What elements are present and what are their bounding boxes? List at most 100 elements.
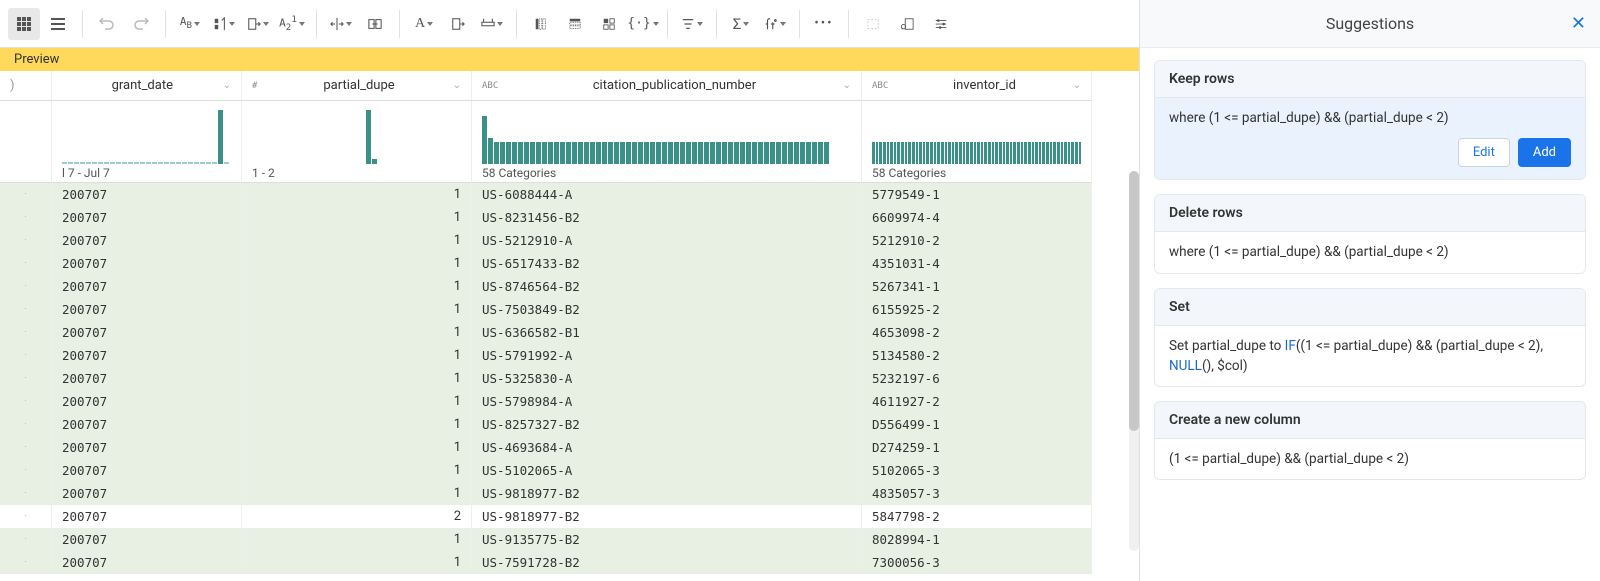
cell-citation[interactable]: US-5212910-A — [472, 229, 862, 252]
cell-partial-dupe[interactable]: 1 — [242, 298, 472, 321]
column-histogram[interactable]: l 7 - Jul 7 — [52, 101, 242, 183]
cell-grant-date[interactable]: 200707 — [52, 528, 242, 551]
cell-grant-date[interactable]: 200707 — [52, 298, 242, 321]
cell-citation[interactable]: US-5798984-A — [472, 390, 862, 413]
pivot-col-icon[interactable] — [525, 8, 557, 40]
add-button[interactable]: Add — [1518, 138, 1571, 167]
sliders-icon[interactable] — [925, 8, 957, 40]
cell-citation[interactable]: US-4693684-A — [472, 436, 862, 459]
cell-citation[interactable]: US-7503849-B2 — [472, 298, 862, 321]
cell-partial-dupe[interactable]: 2 — [242, 505, 472, 528]
cell-partial-dupe[interactable]: 1 — [242, 390, 472, 413]
more-icon[interactable]: ••• — [808, 8, 840, 40]
pivot-row-icon[interactable] — [559, 8, 591, 40]
cell-citation[interactable]: US-9135775-B2 — [472, 528, 862, 551]
cell-partial-dupe[interactable]: 1 — [242, 413, 472, 436]
cell-citation[interactable]: US-5325830-A — [472, 367, 862, 390]
cell-inventor[interactable]: 5779549-1 — [862, 183, 1092, 206]
cell-grant-date[interactable]: 200707 — [52, 413, 242, 436]
cell-partial-dupe[interactable]: 1 — [242, 551, 472, 574]
cell-inventor[interactable]: 5847798-2 — [862, 505, 1092, 528]
cell-grant-date[interactable]: 200707 — [52, 229, 242, 252]
braces-icon[interactable]: {·} — [627, 8, 659, 40]
filter-icon[interactable] — [676, 8, 708, 40]
distribute-icon[interactable] — [476, 8, 508, 40]
cell-citation[interactable]: US-5791992-A — [472, 344, 862, 367]
column-header[interactable]: #partial_dupe⌄ — [242, 71, 472, 101]
cell-inventor[interactable]: 5232197-6 — [862, 367, 1092, 390]
cell-partial-dupe[interactable]: 1 — [242, 367, 472, 390]
cell-inventor[interactable]: 4611927-2 — [862, 390, 1092, 413]
cell-inventor[interactable]: 6155925-2 — [862, 298, 1092, 321]
align-icon[interactable] — [442, 8, 474, 40]
redo-icon[interactable] — [125, 8, 157, 40]
text-format-icon[interactable]: A — [408, 8, 440, 40]
cell-citation[interactable]: US-8746564-B2 — [472, 275, 862, 298]
cell-grant-date[interactable]: 200707 — [52, 459, 242, 482]
cell-grant-date[interactable]: 200707 — [52, 390, 242, 413]
cell-partial-dupe[interactable]: 1 — [242, 482, 472, 505]
merge-icon[interactable] — [359, 8, 391, 40]
cell-citation[interactable]: US-9818977-B2 — [472, 482, 862, 505]
close-icon[interactable]: ✕ — [1571, 13, 1586, 34]
cell-grant-date[interactable]: 200707 — [52, 206, 242, 229]
suggestion-card-create-column[interactable]: Create a new column (1 <= partial_dupe) … — [1154, 401, 1586, 480]
grid-view-icon[interactable] — [8, 8, 40, 40]
cell-grant-date[interactable]: 200707 — [52, 252, 242, 275]
cell-partial-dupe[interactable]: 1 — [242, 183, 472, 206]
column-histogram[interactable]: 1 - 2 — [242, 101, 472, 183]
column-header[interactable]: ABCinventor_id⌄ — [862, 71, 1092, 101]
column-histogram[interactable]: 58 Categories — [862, 101, 1092, 183]
cell-partial-dupe[interactable]: 1 — [242, 344, 472, 367]
cell-inventor[interactable]: 4653098-2 — [862, 321, 1092, 344]
cell-inventor[interactable]: 4835057-3 — [862, 482, 1092, 505]
cell-citation[interactable]: US-9818977-B2 — [472, 505, 862, 528]
cell-grant-date[interactable]: 200707 — [52, 344, 242, 367]
cell-citation[interactable]: US-8257327-B2 — [472, 413, 862, 436]
cell-grant-date[interactable]: 200707 — [52, 275, 242, 298]
column-histogram[interactable]: 58 Categories — [472, 101, 862, 183]
suggestion-card-delete-rows[interactable]: Delete rows where (1 <= partial_dupe) &&… — [1154, 194, 1586, 273]
edit-button[interactable]: Edit — [1458, 138, 1510, 167]
cell-partial-dupe[interactable]: 1 — [242, 528, 472, 551]
cell-grant-date[interactable]: 200707 — [52, 183, 242, 206]
cell-citation[interactable]: US-7591728-B2 — [472, 551, 862, 574]
cell-partial-dupe[interactable]: 1 — [242, 459, 472, 482]
suggestion-card-set[interactable]: Set Set partial_dupe to IF((1 <= partial… — [1154, 288, 1586, 388]
cell-inventor[interactable]: 4351031-4 — [862, 252, 1092, 275]
cell-partial-dupe[interactable]: 1 — [242, 229, 472, 252]
cell-grant-date[interactable]: 200707 — [52, 505, 242, 528]
undo-icon[interactable] — [91, 8, 123, 40]
split-icon[interactable] — [325, 8, 357, 40]
rect-select-icon[interactable] — [857, 8, 889, 40]
sort-icon[interactable] — [208, 8, 240, 40]
suggestion-card-keep-rows[interactable]: Keep rows where (1 <= partial_dupe) && (… — [1154, 60, 1586, 180]
column-type-icon[interactable]: AB — [174, 8, 206, 40]
cell-inventor[interactable]: 8028994-1 — [862, 528, 1092, 551]
sum-icon[interactable]: Σ — [725, 8, 757, 40]
list-view-icon[interactable] — [42, 8, 74, 40]
cell-citation[interactable]: US-6517433-B2 — [472, 252, 862, 275]
cell-inventor[interactable]: 5267341-1 — [862, 275, 1092, 298]
cell-inventor[interactable]: 5134580-2 — [862, 344, 1092, 367]
pivot-both-icon[interactable] — [593, 8, 625, 40]
cell-inventor[interactable]: D274259-1 — [862, 436, 1092, 459]
column-header[interactable]: ABCcitation_publication_number⌄ — [472, 71, 862, 101]
column-header[interactable]: ) — [0, 71, 52, 101]
rename-icon[interactable]: A21 — [276, 8, 308, 40]
cell-grant-date[interactable]: 200707 — [52, 436, 242, 459]
cell-citation[interactable]: US-6088444-A — [472, 183, 862, 206]
cell-inventor[interactable]: 6609974-4 — [862, 206, 1092, 229]
function-icon[interactable] — [759, 8, 791, 40]
query-icon[interactable] — [891, 8, 923, 40]
cell-grant-date[interactable]: 200707 — [52, 367, 242, 390]
cell-partial-dupe[interactable]: 1 — [242, 252, 472, 275]
cell-partial-dupe[interactable]: 1 — [242, 206, 472, 229]
cell-grant-date[interactable]: 200707 — [52, 321, 242, 344]
cell-partial-dupe[interactable]: 1 — [242, 321, 472, 344]
cell-partial-dupe[interactable]: 1 — [242, 275, 472, 298]
cell-inventor[interactable]: 5102065-3 — [862, 459, 1092, 482]
vertical-scrollbar[interactable] — [1129, 171, 1139, 551]
cell-partial-dupe[interactable]: 1 — [242, 436, 472, 459]
cell-citation[interactable]: US-5102065-A — [472, 459, 862, 482]
